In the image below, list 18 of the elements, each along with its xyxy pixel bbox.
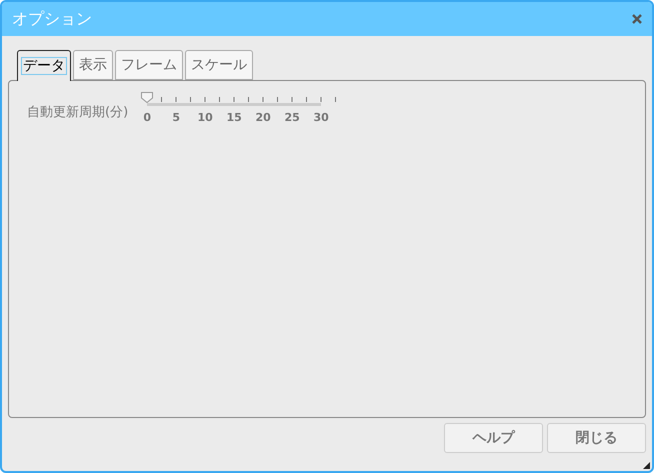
dialog-button[interactable]: ヘルプ — [444, 423, 543, 453]
slider-thumb[interactable] — [141, 92, 154, 103]
tab[interactable]: スケール — [185, 50, 253, 80]
tick-label: 0 — [143, 111, 151, 124]
tab[interactable]: データ — [17, 50, 71, 81]
window-title: オプション — [12, 8, 92, 30]
tick-label: 15 — [226, 111, 242, 124]
tick-label: 5 — [172, 111, 180, 124]
tick-label: 25 — [284, 111, 300, 124]
resize-grip-icon[interactable] — [643, 462, 650, 469]
tick-label: 20 — [256, 111, 271, 124]
tick-label: 10 — [198, 111, 213, 124]
dialog-button[interactable]: 閉じる — [547, 423, 646, 453]
tab[interactable]: 表示 — [73, 50, 113, 80]
close-icon[interactable] — [632, 14, 642, 24]
tick-label: 30 — [314, 111, 329, 124]
slider-label: 自動更新周期(分) — [27, 104, 128, 121]
tab[interactable]: フレーム — [115, 50, 183, 80]
